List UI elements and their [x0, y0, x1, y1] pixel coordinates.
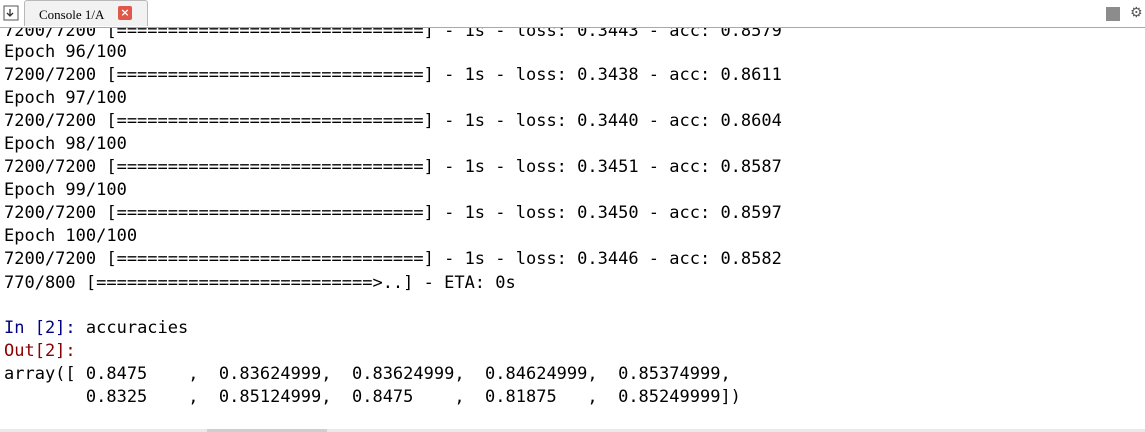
console-output[interactable]: 7200/7200 [=============================…: [0, 28, 1145, 429]
console-line: 7200/7200 [=============================…: [4, 65, 782, 85]
output-line: 0.8325 , 0.85124999, 0.8475 , 0.81875 , …: [4, 387, 741, 407]
console-line: 7200/7200 [=============================…: [4, 111, 782, 131]
console-line: 770/800 [===========================>..]…: [4, 273, 516, 293]
in-prompt: In [2]:: [4, 318, 76, 338]
close-icon[interactable]: ×: [118, 6, 132, 20]
console-line: Epoch 96/100: [4, 42, 127, 62]
new-console-icon[interactable]: [3, 5, 19, 21]
tab-label: Console 1/A: [39, 7, 105, 22]
console-line: 7200/7200 [=============================…: [4, 157, 782, 177]
console-line: Epoch 100/100: [4, 226, 138, 246]
output-line: array([ 0.8475 , 0.83624999, 0.83624999,…: [4, 364, 731, 384]
out-prompt: Out[2]:: [4, 341, 76, 361]
input-code: accuracies: [75, 318, 189, 338]
console-tab-bar: Console 1/A × ⚙: [0, 0, 1145, 28]
console-line: Epoch 97/100: [4, 88, 127, 108]
console-line: 7200/7200 [=============================…: [4, 249, 782, 269]
console-line: Epoch 98/100: [4, 134, 127, 154]
stop-icon[interactable]: [1106, 7, 1120, 21]
console-line: 7200/7200 [=============================…: [4, 203, 782, 223]
options-icon[interactable]: ⚙: [1130, 5, 1143, 21]
tab-console-1a[interactable]: Console 1/A ×: [24, 0, 148, 26]
input-line: In [2]: accuracies: [4, 317, 188, 340]
console-line: Epoch 99/100: [4, 180, 127, 200]
